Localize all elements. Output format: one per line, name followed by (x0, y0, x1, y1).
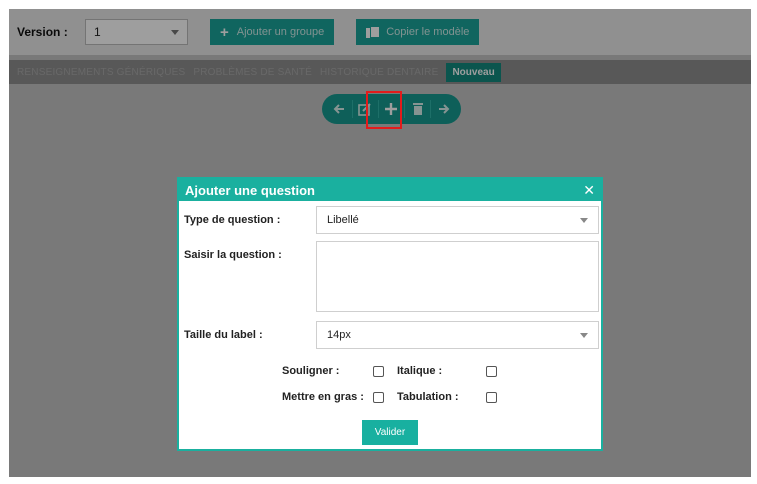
question-type-label: Type de question : (184, 214, 281, 226)
question-type-value: Libellé (327, 214, 359, 226)
tabulation-label: Tabulation : (397, 391, 459, 403)
tabulation-checkbox[interactable] (486, 392, 497, 403)
bold-checkbox[interactable] (373, 392, 384, 403)
chevron-down-icon (580, 332, 588, 338)
italic-label: Italique : (397, 365, 443, 377)
add-question-dialog: Ajouter une question ✕ Type de question … (177, 177, 603, 451)
close-icon[interactable]: ✕ (583, 183, 595, 197)
question-textarea[interactable] (316, 241, 599, 312)
submit-button[interactable]: Valider (362, 420, 418, 445)
question-type-select[interactable]: Libellé (316, 206, 599, 234)
add-question-highlight (366, 91, 402, 129)
label-size-select[interactable]: 14px (316, 321, 599, 349)
question-text-label: Saisir la question : (184, 249, 282, 261)
underline-checkbox[interactable] (373, 366, 384, 377)
underline-label: Souligner : (282, 365, 340, 377)
chevron-down-icon (580, 217, 588, 223)
dialog-title: Ajouter une question (185, 182, 315, 198)
label-size-value: 14px (327, 329, 351, 341)
italic-checkbox[interactable] (486, 366, 497, 377)
dialog-header: Ajouter une question ✕ (179, 179, 601, 201)
label-size-label: Taille du label : (184, 329, 263, 341)
bold-label: Mettre en gras : (282, 391, 364, 403)
